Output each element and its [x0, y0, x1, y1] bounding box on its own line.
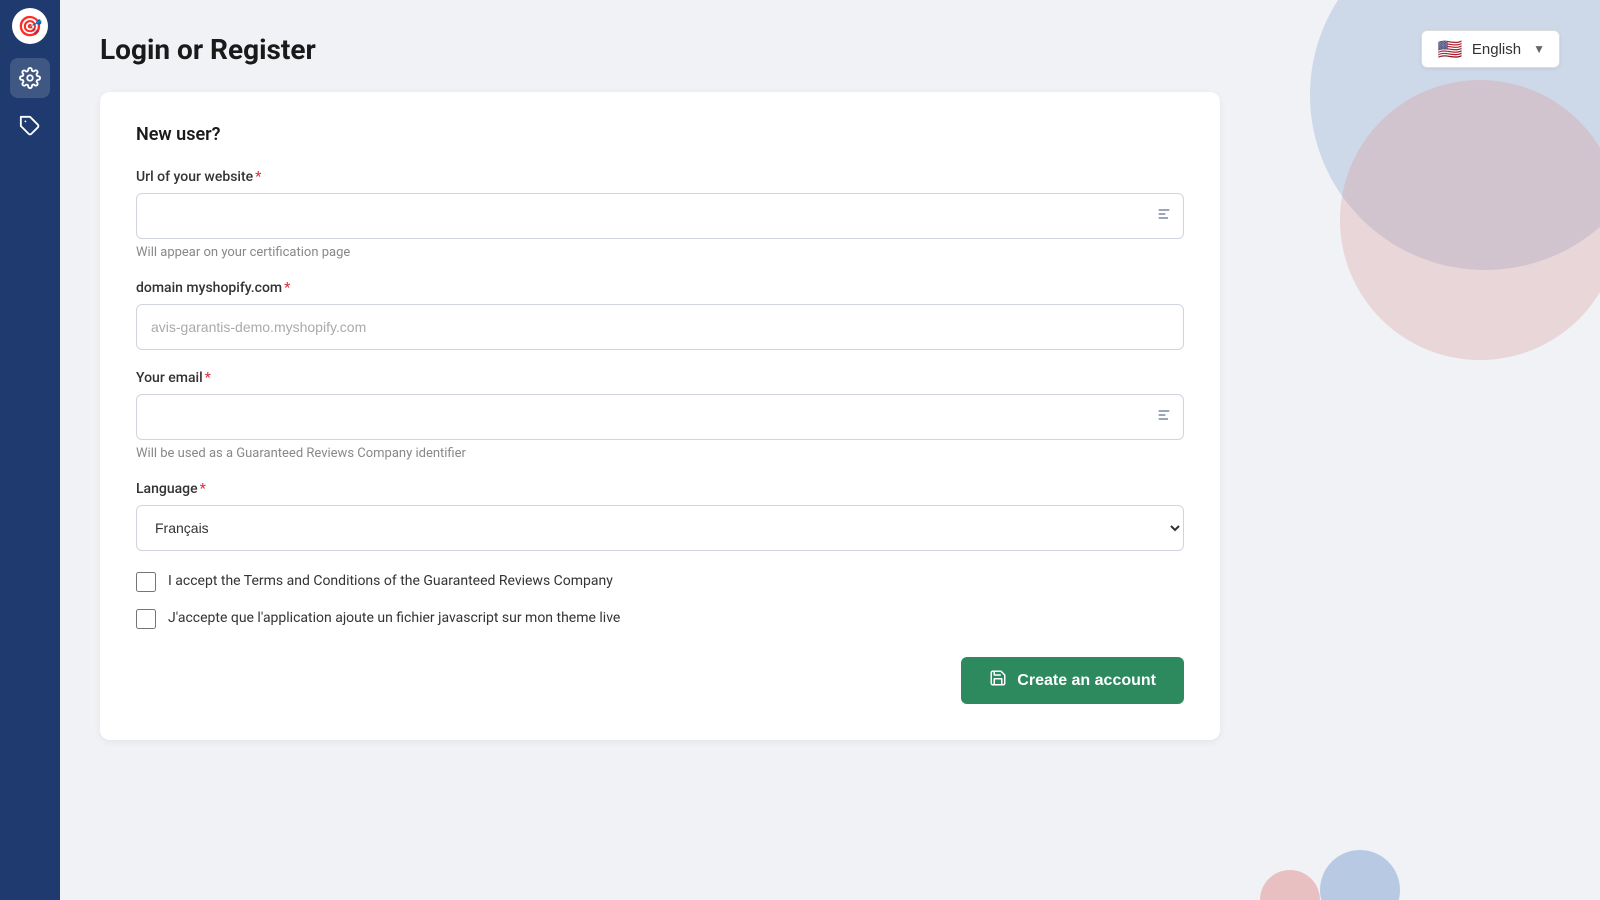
- tag-icon: [19, 115, 41, 137]
- email-input-wrapper: [136, 394, 1184, 440]
- url-group: Url of your website* Will appear on your…: [136, 169, 1184, 260]
- js-checkbox[interactable]: [136, 609, 156, 629]
- language-group: Language* Français English Deutsch Españ…: [136, 481, 1184, 551]
- language-label-field: Language*: [136, 481, 1184, 497]
- save-icon: [989, 669, 1007, 692]
- create-account-label: Create an account: [1017, 672, 1156, 690]
- bg-decoration-pink2: [1260, 870, 1320, 900]
- js-label[interactable]: J'accepte que l'application ajoute un fi…: [168, 608, 620, 629]
- domain-group: domain myshopify.com*: [136, 280, 1184, 350]
- language-label: English: [1472, 41, 1521, 58]
- create-account-button[interactable]: Create an account: [961, 657, 1184, 704]
- sidebar-item-tag[interactable]: [10, 106, 50, 146]
- checkbox2-group: J'accepte que l'application ajoute un fi…: [136, 608, 1184, 629]
- bg-decoration-pink: [1340, 80, 1600, 360]
- language-selector[interactable]: 🇺🇸 English ▼: [1421, 30, 1560, 68]
- sidebar: 🎯: [0, 0, 60, 900]
- terms-label[interactable]: I accept the Terms and Conditions of the…: [168, 571, 613, 592]
- main-content: Login or Register 🇺🇸 English ▼ New user?…: [60, 0, 1600, 900]
- email-hint: Will be used as a Guaranteed Reviews Com…: [136, 446, 1184, 461]
- sidebar-item-settings[interactable]: [10, 58, 50, 98]
- url-label: Url of your website*: [136, 169, 1184, 185]
- form-card: New user? Url of your website* Will appe…: [100, 92, 1220, 740]
- domain-input[interactable]: [136, 304, 1184, 350]
- url-hint: Will appear on your certification page: [136, 245, 1184, 260]
- email-input[interactable]: [136, 394, 1184, 440]
- form-footer: Create an account: [136, 657, 1184, 704]
- email-label: Your email*: [136, 370, 1184, 386]
- url-input-icon: [1156, 206, 1172, 226]
- sidebar-logo-item[interactable]: 🎯: [10, 10, 50, 50]
- chevron-down-icon: ▼: [1533, 42, 1545, 56]
- language-select[interactable]: Français English Deutsch Español: [136, 505, 1184, 551]
- url-input[interactable]: [136, 193, 1184, 239]
- email-group: Your email* Will be used as a Guaranteed…: [136, 370, 1184, 461]
- flag-icon: 🇺🇸: [1436, 39, 1464, 59]
- url-input-wrapper: [136, 193, 1184, 239]
- page-header: Login or Register 🇺🇸 English ▼: [100, 30, 1560, 68]
- gear-icon: [19, 67, 41, 89]
- domain-label: domain myshopify.com*: [136, 280, 1184, 296]
- page-title: Login or Register: [100, 33, 316, 66]
- email-input-icon: [1156, 407, 1172, 427]
- bg-decoration-blue2: [1320, 850, 1400, 900]
- terms-checkbox[interactable]: [136, 572, 156, 592]
- checkbox1-group: I accept the Terms and Conditions of the…: [136, 571, 1184, 592]
- section-title: New user?: [136, 124, 1184, 145]
